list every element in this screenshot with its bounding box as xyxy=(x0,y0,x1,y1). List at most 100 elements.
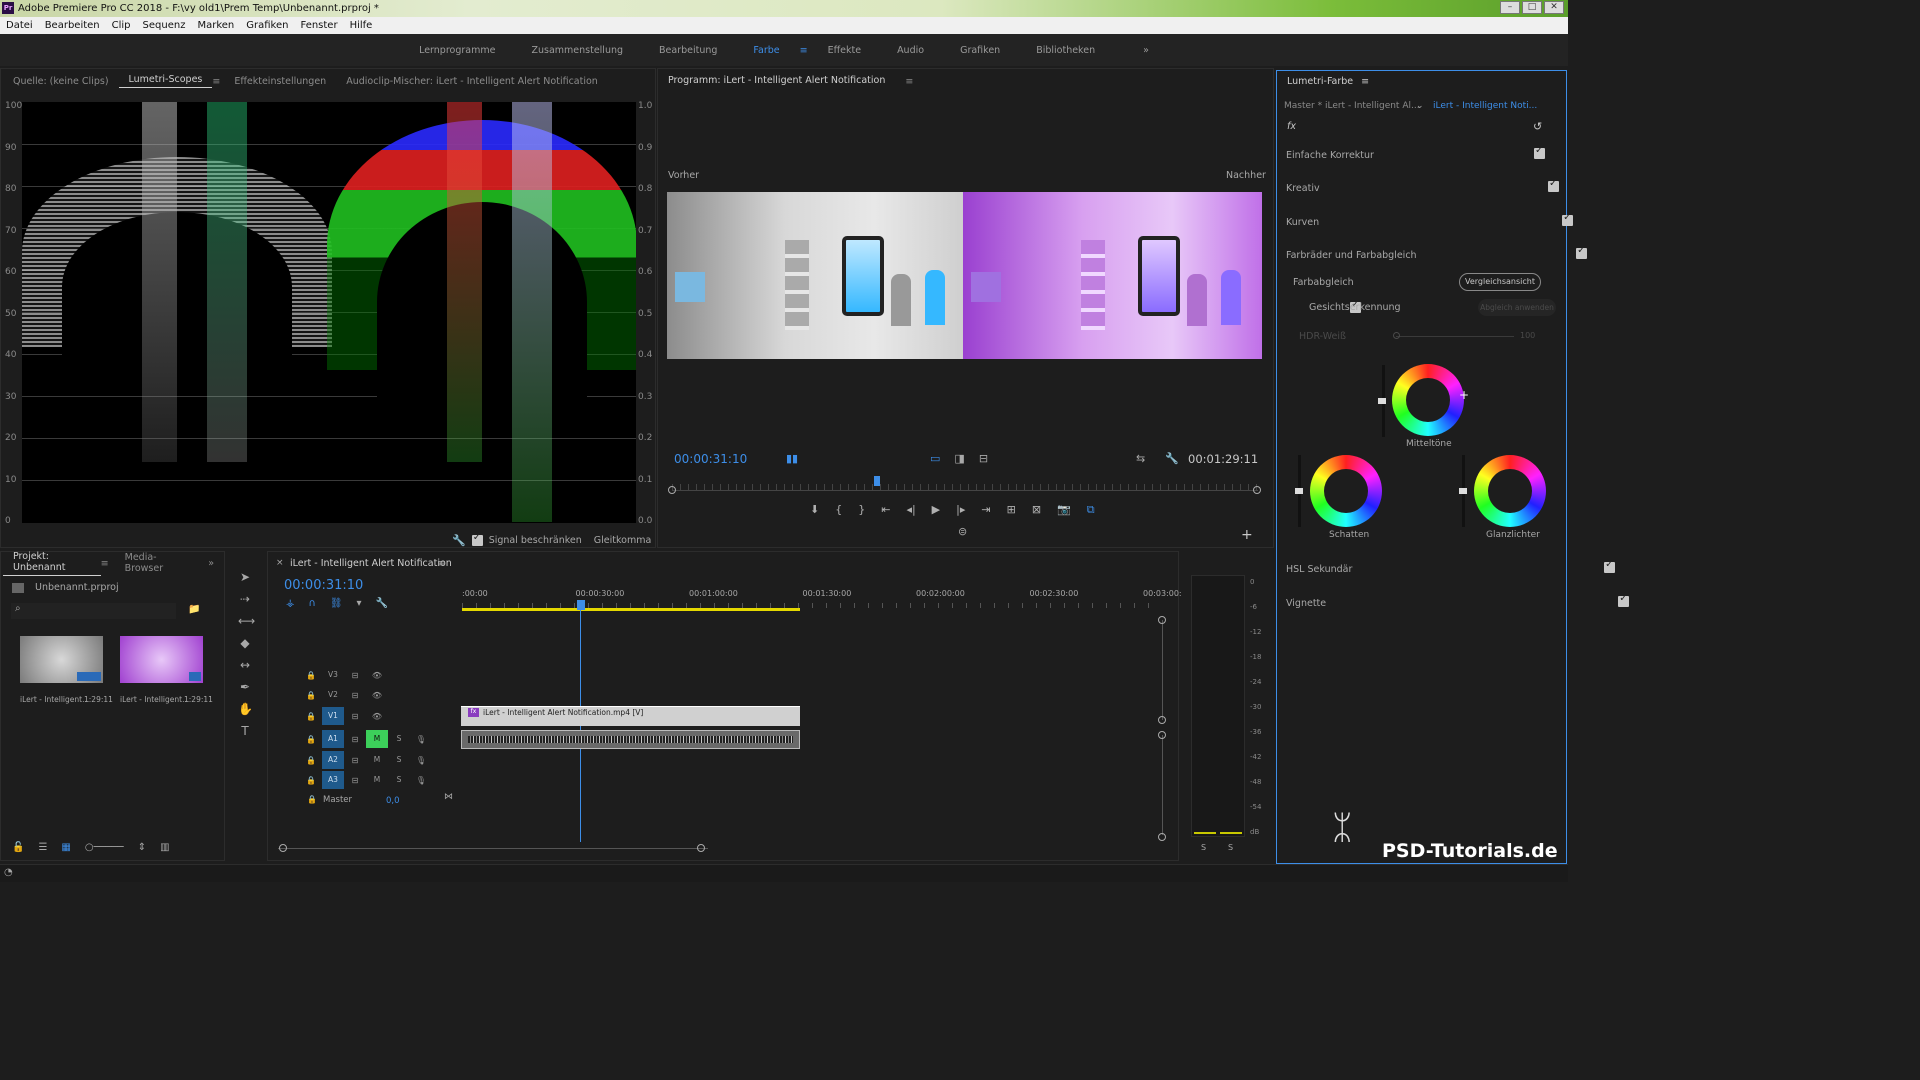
add-marker-icon[interactable]: ⬇ xyxy=(810,503,819,517)
icon-view-icon[interactable]: ▦ xyxy=(61,842,70,853)
lock-icon[interactable]: 🔒 xyxy=(300,691,322,700)
tab-effect-controls[interactable]: Effekteinstellungen xyxy=(224,76,336,87)
section-kurven-checkbox[interactable] xyxy=(1562,212,1574,226)
workspace-farbe[interactable]: Farbe xyxy=(735,45,797,56)
lift-icon[interactable]: ⊞ xyxy=(1007,503,1016,517)
maximize-button[interactable]: □ xyxy=(1522,1,1542,14)
step-back-icon[interactable]: ◂| xyxy=(906,503,915,517)
sync-lock-icon[interactable]: ⊟ xyxy=(344,712,366,721)
lock-icon[interactable]: 🔒 xyxy=(300,671,322,680)
razor-tool-icon[interactable]: ◆ xyxy=(238,636,252,650)
menu-fenster[interactable]: Fenster xyxy=(294,17,343,34)
shadows-color-wheel[interactable] xyxy=(1310,455,1382,527)
settings-wrench-icon[interactable]: 🔧 xyxy=(1165,452,1179,465)
sync-lock-icon[interactable]: ⊟ xyxy=(344,735,366,744)
new-bin-icon[interactable]: 📁 xyxy=(188,604,200,615)
menu-clip[interactable]: Clip xyxy=(106,17,137,34)
audio-vscroll[interactable] xyxy=(1162,735,1163,835)
track-label-v1[interactable]: V1 xyxy=(322,707,344,725)
close-icon[interactable]: × xyxy=(276,558,284,568)
project-search-input[interactable] xyxy=(11,603,176,619)
sync-lock-icon[interactable]: ⊟ xyxy=(344,671,366,680)
hdr-white-slider[interactable] xyxy=(1396,336,1514,337)
track-select-tool-icon[interactable]: ⇢ xyxy=(238,592,252,606)
section-vignette-checkbox[interactable] xyxy=(1618,593,1630,607)
master-volume-value[interactable]: 0,0 xyxy=(386,796,400,806)
audio-clip[interactable] xyxy=(461,730,800,749)
step-forward-icon[interactable]: |▸ xyxy=(956,503,965,517)
video-vscroll[interactable] xyxy=(1162,620,1163,720)
workspace-menu-icon[interactable]: ≡ xyxy=(798,45,810,56)
work-area-bar[interactable] xyxy=(462,608,800,611)
hand-tool-icon[interactable]: ✋ xyxy=(238,702,253,716)
program-menu-icon[interactable]: ≡ xyxy=(895,76,923,87)
marker-icon[interactable]: ▮▮ xyxy=(786,452,798,465)
hscroll-handle-left[interactable] xyxy=(279,844,287,852)
mute-button-a3[interactable]: M xyxy=(366,771,388,789)
tab-lumetri-scopes[interactable]: Lumetri-Scopes xyxy=(118,74,213,88)
workspace-grafiken[interactable]: Grafiken xyxy=(942,45,1018,56)
lock-icon[interactable]: 🔒 xyxy=(307,795,317,804)
ripple-edit-tool-icon[interactable]: ⟷ xyxy=(238,614,255,628)
timeline-settings-icon[interactable]: 🔧 xyxy=(376,598,388,609)
solo-button-a1[interactable]: S xyxy=(388,730,410,748)
video-clip[interactable]: iLert - Intelligent Alert Notification.m… xyxy=(461,706,800,726)
vr-icon[interactable]: ⊜ xyxy=(958,525,967,538)
tab-source[interactable]: Quelle: (keine Clips) xyxy=(3,76,119,87)
midtones-slider-handle[interactable] xyxy=(1378,398,1386,404)
section-kreativ[interactable]: Kreativ xyxy=(1286,183,1320,194)
workspace-bearbeitung[interactable]: Bearbeitung xyxy=(641,45,735,56)
menu-grafiken[interactable]: Grafiken xyxy=(240,17,294,34)
midtones-color-wheel[interactable] xyxy=(1392,364,1464,436)
mark-out-icon[interactable]: } xyxy=(858,503,865,517)
meter-solo-left[interactable]: S xyxy=(1201,843,1206,852)
lumetri-master-clip[interactable]: Master * iLert - Intelligent Al... xyxy=(1284,101,1420,111)
go-to-in-icon[interactable]: ⇤ xyxy=(881,503,890,517)
shadows-slider-handle[interactable] xyxy=(1295,488,1303,494)
workspace-audio[interactable]: Audio xyxy=(879,45,942,56)
midtones-crosshair-icon[interactable]: + xyxy=(1459,388,1469,402)
split-horizontal-icon[interactable]: ⊟ xyxy=(979,452,988,465)
program-playhead[interactable] xyxy=(874,476,881,486)
track-label-a2[interactable]: A2 xyxy=(322,751,344,769)
sequence-tab[interactable]: iLert - Intelligent Alert Notification xyxy=(290,558,452,569)
section-einfache-korrektur-checkbox[interactable] xyxy=(1534,145,1545,159)
reset-icon[interactable]: ↺ xyxy=(1533,120,1542,133)
sync-lock-icon[interactable]: ⊟ xyxy=(344,756,366,765)
track-label-a1[interactable]: A1 xyxy=(322,730,344,748)
vscroll-handle[interactable] xyxy=(1158,833,1166,841)
section-farbraeder[interactable]: Farbräder und Farbabgleich xyxy=(1286,250,1417,261)
eye-icon[interactable]: 👁 xyxy=(366,691,388,700)
timeline-ruler[interactable]: :00:00 00:00:30:00 00:01:00:00 00:01:30:00 0… xyxy=(462,589,1182,603)
hdr-slider-handle[interactable] xyxy=(1393,332,1400,339)
lock-icon[interactable]: 🔒 xyxy=(300,735,322,744)
highlights-slider-handle[interactable] xyxy=(1459,488,1467,494)
section-kreativ-checkbox[interactable] xyxy=(1548,178,1560,192)
zoom-handle-left[interactable] xyxy=(668,486,676,494)
microphone-icon[interactable]: 🎙 xyxy=(410,776,432,785)
close-button[interactable]: ✕ xyxy=(1544,1,1564,14)
type-tool-icon[interactable]: T xyxy=(238,724,252,738)
tab-menu-icon[interactable]: ≡ xyxy=(212,76,224,87)
side-by-side-icon[interactable]: ◨ xyxy=(954,452,964,465)
vscroll-handle[interactable] xyxy=(1158,616,1166,624)
snap-icon[interactable]: ∩ xyxy=(309,598,316,609)
track-label-a3[interactable]: A3 xyxy=(322,771,344,789)
solo-button-a2[interactable]: S xyxy=(388,751,410,769)
highlights-color-wheel[interactable] xyxy=(1474,455,1546,527)
section-hsl[interactable]: HSL Sekundär xyxy=(1286,564,1352,575)
meter-solo-right[interactable]: S xyxy=(1228,843,1233,852)
sort-icon[interactable]: ⇕ xyxy=(138,842,146,853)
sequence-menu-icon[interactable]: ≡ xyxy=(438,558,446,569)
wrench-icon[interactable]: 🔧 xyxy=(452,534,466,547)
freeform-view-icon[interactable]: ▥ xyxy=(160,842,169,853)
comparison-view-icon[interactable]: ⧉ xyxy=(1087,503,1095,517)
menu-hilfe[interactable]: Hilfe xyxy=(344,17,379,34)
microphone-icon[interactable]: 🎙 xyxy=(410,735,432,744)
more-workspaces-icon[interactable]: » xyxy=(1113,45,1167,56)
zoom-handle-right[interactable] xyxy=(1253,486,1261,494)
workspace-effekte[interactable]: Effekte xyxy=(810,45,879,56)
hscroll-handle-right[interactable] xyxy=(697,844,705,852)
mute-button-a1[interactable]: M xyxy=(366,730,388,748)
fx-icon[interactable]: fx xyxy=(1287,121,1296,132)
